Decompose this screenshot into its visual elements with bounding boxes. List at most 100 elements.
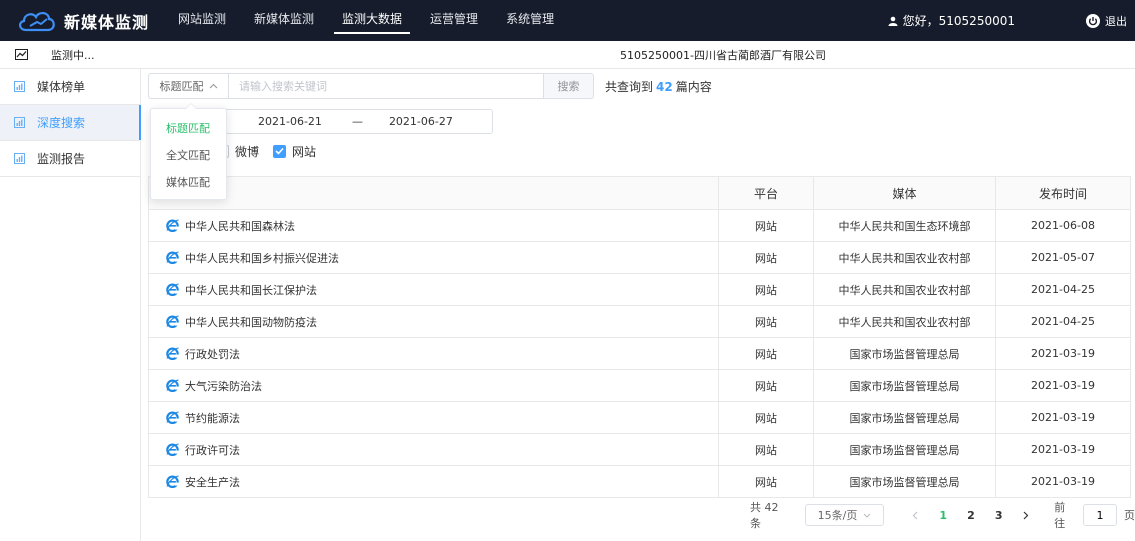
table-row[interactable]: 大气污染防治法 网站 国家市场监督管理总局 2021-03-19: [149, 370, 1130, 402]
cell-date: 2021-03-19: [1031, 475, 1095, 488]
results-table: 平台 媒体 发布时间 中华人民共和国森林法 网站 中华人民共和国生态环境部 2021-…: [148, 176, 1131, 498]
app-logo[interactable]: 新媒体监测: [16, 9, 166, 33]
prev-page-button[interactable]: [906, 511, 926, 520]
row-title-link[interactable]: 中华人民共和国森林法: [166, 218, 295, 234]
nav-website-monitoring[interactable]: 网站监测: [168, 0, 236, 41]
app-title: 新媒体监测: [64, 12, 150, 32]
option-title-match[interactable]: 标题匹配: [151, 115, 226, 142]
cell-title[interactable]: 中华人民共和国森林法: [149, 210, 719, 241]
date-range-picker[interactable]: 2021-06-21 — 2021-06-27: [224, 109, 493, 134]
cell-platform: 网站: [719, 210, 814, 241]
ie-browser-icon: [166, 379, 179, 392]
date-start[interactable]: 2021-06-21: [258, 115, 322, 128]
table-row[interactable]: 节约能源法 网站 国家市场监督管理总局 2021-03-19: [149, 402, 1130, 434]
breadcrumb: 监测中... 5105250001-四川省古蔺郎酒厂有限公司: [0, 41, 1135, 69]
page-size-select[interactable]: 15条/页: [805, 504, 884, 526]
table-row[interactable]: 中华人民共和国乡村振兴促进法 网站 中华人民共和国农业农村部 2021-05-07: [149, 242, 1130, 274]
nav-monitoring-big-data[interactable]: 监测大数据: [332, 0, 412, 41]
cell-platform: 网站: [719, 242, 814, 273]
row-title-link[interactable]: 行政许可法: [166, 442, 240, 458]
cell-title[interactable]: 中华人民共和国乡村振兴促进法: [149, 242, 719, 273]
row-title-text[interactable]: 中华人民共和国森林法: [185, 218, 295, 234]
page-1[interactable]: 1: [931, 509, 955, 522]
cell-title[interactable]: 行政许可法: [149, 434, 719, 465]
header-media: 媒体: [814, 177, 996, 209]
search-button[interactable]: 搜索: [544, 73, 594, 99]
row-title-text[interactable]: 中华人民共和国乡村振兴促进法: [185, 250, 339, 266]
main-nav: 网站监测 新媒体监测 监测大数据 运营管理 系统管理: [168, 0, 572, 41]
sidebar-item-media-ranking[interactable]: 媒体榜单: [0, 69, 140, 105]
cell-media: 国家市场监督管理总局: [814, 338, 996, 369]
cell-date: 2021-03-19: [1031, 443, 1095, 456]
date-end[interactable]: 2021-06-27: [389, 115, 453, 128]
sidebar-item-label: 深度搜索: [37, 116, 86, 130]
match-type-dropdown: 标题匹配 全文匹配 媒体匹配: [150, 103, 227, 200]
row-title-text[interactable]: 中华人民共和国长江保护法: [185, 282, 317, 298]
cell-title[interactable]: 中华人民共和国动物防疫法: [149, 306, 719, 337]
ie-browser-icon: [166, 475, 179, 488]
row-title-text[interactable]: 节约能源法: [185, 410, 240, 426]
result-count: 42: [656, 79, 673, 94]
cell-media: 国家市场监督管理总局: [814, 466, 996, 497]
row-title-link[interactable]: 中华人民共和国乡村振兴促进法: [166, 250, 339, 266]
sidebar-item-deep-search[interactable]: 深度搜索: [0, 105, 141, 141]
sidebar-item-monitoring-report[interactable]: 监测报告: [0, 141, 140, 177]
row-title-text[interactable]: 中华人民共和国动物防疫法: [185, 314, 317, 330]
ie-browser-icon: [166, 411, 179, 424]
match-type-select[interactable]: 标题匹配: [148, 73, 228, 99]
cell-platform: 网站: [719, 434, 814, 465]
table-row[interactable]: 行政处罚法 网站 国家市场监督管理总局 2021-03-19: [149, 338, 1130, 370]
breadcrumb-title[interactable]: 监测中...: [34, 47, 604, 63]
cell-media: 国家市场监督管理总局: [814, 434, 996, 465]
next-page-button[interactable]: [1017, 511, 1037, 520]
cell-title[interactable]: 大气污染防治法: [149, 370, 719, 401]
pagination-total: 共 42 条: [750, 501, 779, 530]
row-title-link[interactable]: 行政处罚法: [166, 346, 240, 362]
search-input[interactable]: [228, 73, 544, 99]
row-title-text[interactable]: 行政处罚法: [185, 346, 240, 362]
cell-title[interactable]: 中华人民共和国长江保护法: [149, 274, 719, 305]
check-icon: [275, 147, 284, 155]
header-platform: 平台: [719, 177, 814, 209]
chevron-up-icon: [209, 83, 217, 89]
header-title: [149, 177, 719, 209]
table-row[interactable]: 行政许可法 网站 国家市场监督管理总局 2021-03-19: [149, 434, 1130, 466]
cell-date: 2021-04-25: [1031, 315, 1095, 328]
user-info[interactable]: 您好，5105250001: [888, 0, 1015, 41]
top-nav-bar: 新媒体监测 网站监测 新媒体监测 监测大数据 运营管理 系统管理 您好，5105…: [0, 0, 1135, 41]
cell-date: 2021-03-19: [1031, 379, 1095, 392]
row-title-link[interactable]: 节约能源法: [166, 410, 240, 426]
row-title-text[interactable]: 安全生产法: [185, 474, 240, 490]
table-row[interactable]: 中华人民共和国动物防疫法 网站 中华人民共和国农业农村部 2021-04-25: [149, 306, 1130, 338]
nav-operations[interactable]: 运营管理: [420, 0, 488, 41]
option-fulltext-match[interactable]: 全文匹配: [151, 142, 226, 169]
cell-title[interactable]: 安全生产法: [149, 466, 719, 497]
row-title-link[interactable]: 大气污染防治法: [166, 378, 262, 394]
checkbox-box[interactable]: [273, 144, 287, 158]
page-2[interactable]: 2: [959, 509, 983, 522]
row-title-text[interactable]: 大气污染防治法: [185, 378, 262, 394]
page-3[interactable]: 3: [987, 509, 1011, 522]
row-title-text[interactable]: 行政许可法: [185, 442, 240, 458]
cell-platform: 网站: [719, 274, 814, 305]
sidebar-item-label: 媒体榜单: [37, 80, 86, 94]
nav-new-media-monitoring[interactable]: 新媒体监测: [244, 0, 324, 41]
cell-title[interactable]: 节约能源法: [149, 402, 719, 433]
cell-title[interactable]: 行政处罚法: [149, 338, 719, 369]
logout-button[interactable]: 退出: [1086, 0, 1127, 41]
row-title-link[interactable]: 中华人民共和国长江保护法: [166, 282, 317, 298]
cloud-logo-icon: [19, 11, 55, 31]
row-title-link[interactable]: 中华人民共和国动物防疫法: [166, 314, 317, 330]
nav-system-management[interactable]: 系统管理: [496, 0, 564, 41]
table-row[interactable]: 中华人民共和国森林法 网站 中华人民共和国生态环境部 2021-06-08: [149, 210, 1130, 242]
table-row[interactable]: 安全生产法 网站 国家市场监督管理总局 2021-03-19: [149, 466, 1130, 498]
table-row[interactable]: 中华人民共和国长江保护法 网站 中华人民共和国农业农村部 2021-04-25: [149, 274, 1130, 306]
goto-page-input[interactable]: [1083, 504, 1117, 526]
row-title-link[interactable]: 安全生产法: [166, 474, 240, 490]
filter-website-checkbox[interactable]: 网站: [273, 143, 316, 160]
chevron-right-icon: [1023, 511, 1029, 519]
option-media-match[interactable]: 媒体匹配: [151, 169, 226, 196]
page-size-value: 15条/页: [817, 509, 858, 522]
cell-platform: 网站: [719, 370, 814, 401]
result-suffix: 篇内容: [675, 79, 712, 94]
